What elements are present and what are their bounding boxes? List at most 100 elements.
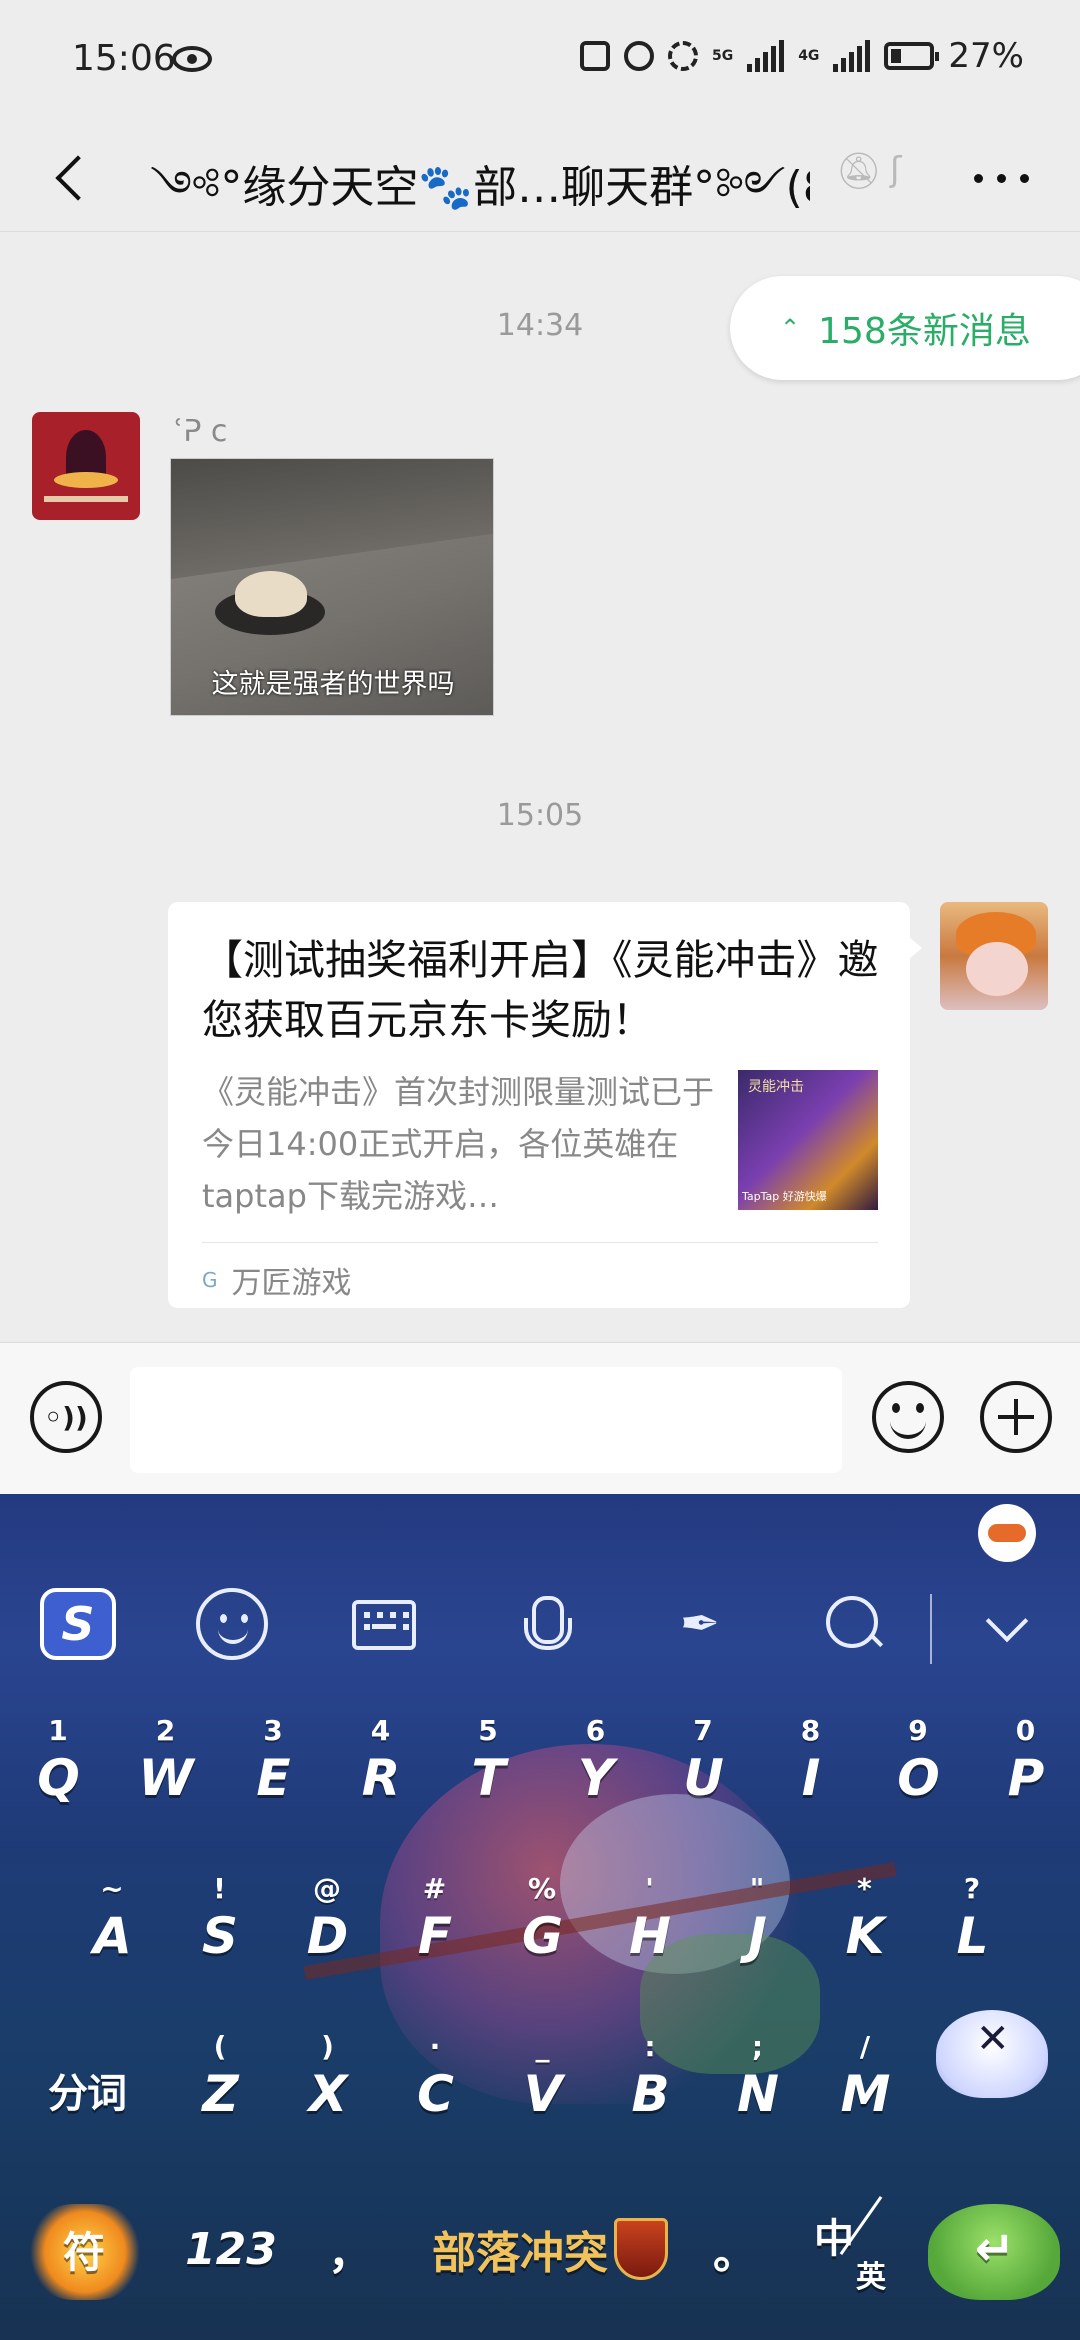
keyboard-icon[interactable] [352,1600,416,1650]
segment-key-label: 分词 [48,2071,127,2117]
key-label: E [256,1749,290,1807]
key-secondary-label: " [749,1872,765,1905]
key-i[interactable]: 8I [757,1714,865,1824]
key-label: I [801,1749,821,1807]
source-logo-icon: G [202,1268,218,1292]
space-key[interactable]: 部落冲突 [400,2194,700,2304]
language-switch-key[interactable]: 中 英 [790,2194,920,2304]
key-label: C [417,2065,454,2123]
keyboard-mascot-icon[interactable] [978,1504,1036,1562]
key-secondary-label: 5 [478,1714,498,1747]
key-secondary-label: ? [963,1872,981,1905]
signal-icon [747,40,785,72]
key-q[interactable]: 1Q [4,1714,112,1824]
key-label: R [361,1749,401,1807]
key-label: V [523,2065,563,2123]
key-secondary-label: ' [645,1872,654,1905]
emoji-icon[interactable] [872,1381,944,1453]
link-card-message[interactable]: 【测试抽奖福利开启】《灵能冲击》邀您获取百元京东卡奖励！ 《灵能冲击》首次封测限… [168,902,922,1308]
period-key[interactable]: 。 [700,2194,770,2304]
chat-header: ༺°缘分天空🐾部…聊天群°༻(84) 🔕︎ ʃ [0,120,1080,232]
key-x[interactable]: ) X [274,2030,382,2140]
key-h[interactable]: ' H [596,1872,704,1982]
toolbar-divider [930,1594,932,1664]
key-label: Q [37,1749,80,1807]
key-e[interactable]: 3E [219,1714,327,1824]
battery-icon [884,42,940,70]
key-s[interactable]: ! S [166,1872,274,1982]
lang-zh-label: 中 [814,2216,854,2262]
number-key[interactable]: 123 [176,2194,286,2304]
search-icon[interactable] [816,1588,888,1660]
key-d[interactable]: @ D [273,1872,381,1982]
key-label: G [521,1907,563,1965]
sender-name: ʿᕈ c [174,414,228,449]
sogou-logo-icon[interactable]: S [40,1588,116,1660]
new-messages-button[interactable]: ⌃ 158条新消息 [730,276,1080,380]
handwriting-icon[interactable]: ✒︎ [664,1588,736,1660]
key-j[interactable]: " J [703,1872,811,1982]
key-secondary-label: 9 [908,1714,928,1747]
plus-icon[interactable] [980,1381,1052,1453]
key-p[interactable]: 0P [972,1714,1080,1824]
key-secondary-label: * [857,1872,872,1905]
card-divider [202,1242,878,1243]
key-r[interactable]: 4R [327,1714,435,1824]
alarm-icon [623,41,654,71]
key-b[interactable]: :B [596,2030,704,2140]
key-l[interactable]: ? L [918,1872,1026,1982]
emoji-icon[interactable] [196,1588,268,1660]
enter-key[interactable]: ↵ [920,2194,1070,2304]
back-icon[interactable] [44,142,104,212]
symbol-key[interactable]: 符 [14,2194,154,2304]
comma-key[interactable]: ， [310,2194,390,2304]
card-thumbnail: 灵能冲击 TapTap 好游快爆 [738,1070,878,1210]
key-z[interactable]: (Z [166,2030,274,2140]
card-source: G 万匠游戏 [202,1258,352,1302]
key-secondary-label: @ [313,1872,341,1905]
key-label: F [417,1907,452,1965]
key-v[interactable]: _ V [489,2030,597,2140]
key-secondary-label: 6 [585,1714,606,1747]
card-source-label: 万匠游戏 [231,1266,352,1301]
chat-title[interactable]: ༺°缘分天空🐾部…聊天群°༻(84) [150,138,810,262]
message-input[interactable] [130,1367,842,1473]
avatar[interactable] [32,412,140,520]
key-m[interactable]: / M [811,2030,919,2140]
key-t[interactable]: 5T [434,1714,542,1824]
chevron-down-icon[interactable] [970,1588,1042,1660]
more-icon[interactable] [974,158,1044,198]
earpiece-icon: ʃ [890,150,902,190]
delete-key[interactable]: ✕ [934,2004,1054,2104]
key-secondary-label: 4 [370,1714,391,1747]
key-secondary-label: : [644,2030,656,2063]
key-secondary-label: _ [535,2030,550,2063]
key-label: P [1007,1749,1045,1807]
key-u[interactable]: 7U [649,1714,757,1824]
voice-input-icon[interactable]: ◦)) [30,1381,102,1453]
key-n[interactable]: ; N [704,2030,812,2140]
status-icons: 5G 4G 27% [579,36,1024,76]
key-o[interactable]: 9O [864,1714,972,1824]
key-c[interactable]: · C [381,2030,489,2140]
key-g[interactable]: % G [488,1872,596,1982]
avatar[interactable] [940,902,1048,1010]
key-f[interactable]: # F [381,1872,489,1982]
keyboard: S ✒︎ 1Q2W3E4R5T6Y7U8I9O0P ~ A! S @ D # F% G ' H " J… [0,1494,1080,2340]
key-a[interactable]: ~ A [58,1872,166,1982]
key-secondary-label: / [859,2030,871,2063]
key-secondary-label: 0 [1015,1714,1036,1747]
key-y[interactable]: 6Y [542,1714,650,1824]
eye-icon [172,46,212,72]
image-caption: 这就是强者的世界吗 [211,669,455,700]
key-label: M [840,2065,891,2123]
segment-key[interactable]: 分词 [22,2030,152,2140]
image-message[interactable]: 这就是强者的世界吗 [170,458,494,716]
keyboard-toolbar: S ✒︎ [0,1568,1080,1678]
key-secondary-label: 3 [263,1714,283,1747]
key-secondary-label: 2 [155,1714,176,1747]
key-w[interactable]: 2W [112,1714,220,1824]
mute-bell-icon [667,41,698,71]
key-k[interactable]: * K [811,1872,919,1982]
microphone-icon[interactable] [508,1588,580,1660]
